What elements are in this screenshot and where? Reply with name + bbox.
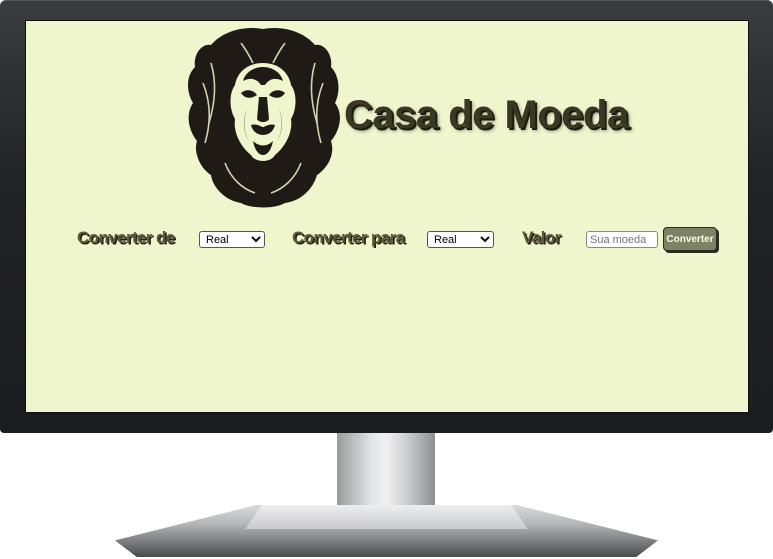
from-currency-select[interactable]: Real [199,231,265,248]
convert-button[interactable]: Converter [663,227,717,251]
page-title: Casa de Moeda [344,93,629,137]
value-input[interactable] [586,231,658,248]
monitor-bezel: Casa de Moeda Converter de Real Converte… [0,0,773,433]
from-currency-label: Converter de [77,228,175,247]
value-label: Valor [522,228,561,247]
to-currency-select[interactable]: Real [427,231,494,248]
to-currency-label: Converter para [292,228,405,247]
monitor-stand-base-top [245,505,528,529]
lion-head-icon [188,27,340,208]
monitor-screen: Casa de Moeda Converter de Real Converte… [25,20,749,413]
